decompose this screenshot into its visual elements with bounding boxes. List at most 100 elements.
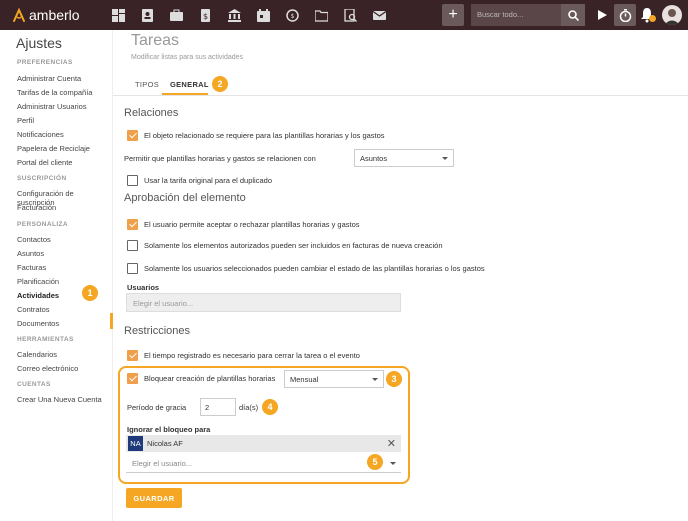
ignored-user-name: Nicolas AF bbox=[147, 439, 183, 448]
add-button[interactable]: + bbox=[442, 4, 464, 26]
chevron-down-icon bbox=[372, 378, 378, 381]
block-period-select[interactable]: Mensual bbox=[284, 370, 384, 388]
start-timer-button[interactable] bbox=[592, 4, 612, 26]
search-button[interactable] bbox=[561, 4, 585, 26]
sidebar-item-contratos[interactable]: Contratos bbox=[17, 305, 50, 314]
sidebar-item-calendarios[interactable]: Calendarios bbox=[17, 350, 57, 359]
ignored-user-chip: NA Nicolas AF ✕ bbox=[126, 435, 401, 452]
nav-icons: $ $ bbox=[104, 0, 394, 30]
sidebar-item-documentos[interactable]: Documentos bbox=[17, 319, 59, 328]
page-subtitle: Modificar listas para sus actividades bbox=[131, 54, 244, 61]
sidebar-section-header: SUSCRIPCIÓN bbox=[17, 175, 67, 182]
top-bar: amberlo $ $ + Buscar todo... bbox=[0, 0, 688, 30]
related-object-required-label: El objeto relacionado se requiere para l… bbox=[144, 131, 385, 140]
app-name: amberlo bbox=[29, 7, 80, 23]
mail-icon[interactable] bbox=[365, 0, 394, 30]
sidebar-item-administrar-cuenta[interactable]: Administrar Cuenta bbox=[17, 74, 81, 83]
sidebar-item-facturacion[interactable]: Facturación bbox=[17, 203, 56, 212]
user-avatar[interactable] bbox=[662, 5, 682, 25]
sidebar-section-header: PREFERENCIAS bbox=[17, 59, 73, 66]
sidebar-item-planificacion[interactable]: Planificación bbox=[17, 277, 59, 286]
invoice-icon[interactable]: $ bbox=[191, 0, 220, 30]
row-original-rate: Usar la tarifa original para el duplicad… bbox=[127, 175, 272, 186]
user-approve-checkbox[interactable] bbox=[127, 219, 138, 230]
tabs-divider bbox=[113, 95, 688, 96]
users-label: Usuarios bbox=[127, 283, 160, 292]
sidebar-item-portal-del-cliente[interactable]: Portal del cliente bbox=[17, 158, 72, 167]
sidebar-item-notificaciones[interactable]: Notificaciones bbox=[17, 130, 64, 139]
dashboard-icon[interactable] bbox=[104, 0, 133, 30]
play-icon bbox=[597, 10, 607, 20]
annotation-badge-2: 2 bbox=[212, 76, 228, 92]
related-object-required-checkbox[interactable] bbox=[127, 130, 138, 141]
sidebar-item-tarifas-de-la-compania[interactable]: Tarifas de la compañía bbox=[17, 88, 92, 97]
original-rate-label: Usar la tarifa original para el duplicad… bbox=[144, 176, 272, 185]
relate-with-value: Asuntos bbox=[360, 153, 388, 163]
relate-with-label: Permitir que plantillas horarias y gasto… bbox=[124, 154, 316, 163]
sidebar-section-header: HERRAMIENTAS bbox=[17, 336, 74, 343]
bank-icon[interactable] bbox=[220, 0, 249, 30]
sidebar-item-asuntos[interactable]: Asuntos bbox=[17, 249, 44, 258]
tab-general[interactable]: GENERAL bbox=[170, 80, 209, 89]
stopwatch-icon bbox=[619, 8, 631, 22]
search-icon bbox=[567, 9, 579, 21]
sidebar-item-crear-una-nueva-cuenta[interactable]: Crear Una Nueva Cuenta bbox=[17, 395, 102, 404]
time-required-label: El tiempo registrado es necesario para c… bbox=[144, 351, 360, 360]
page-title: Tareas bbox=[131, 32, 180, 49]
document-search-icon[interactable] bbox=[336, 0, 365, 30]
calendar-icon[interactable] bbox=[249, 0, 278, 30]
remove-user-close-icon[interactable]: ✕ bbox=[387, 437, 396, 450]
briefcase-icon[interactable] bbox=[162, 0, 191, 30]
sidebar-title: Ajustes bbox=[16, 35, 62, 51]
ignore-users-placeholder: Elegir el usuario... bbox=[132, 459, 193, 468]
ignore-users-select[interactable]: Elegir el usuario... bbox=[126, 453, 401, 473]
authorized-only-checkbox[interactable] bbox=[127, 240, 138, 251]
ignored-user-avatar: NA bbox=[128, 436, 143, 451]
sidebar-item-administrar-usuarios[interactable]: Administrar Usuarios bbox=[17, 102, 87, 111]
svg-text:$: $ bbox=[291, 13, 295, 20]
app-logo[interactable]: amberlo bbox=[12, 7, 80, 23]
sidebar-item-papelera-de-reciclaje[interactable]: Papelera de Reciclaje bbox=[17, 144, 90, 153]
notification-badge bbox=[649, 15, 656, 22]
block-period-value: Mensual bbox=[290, 374, 319, 384]
sidebar-item-perfil[interactable]: Perfil bbox=[17, 116, 34, 125]
timer-button[interactable] bbox=[614, 4, 636, 26]
tab-tipos[interactable]: TIPOS bbox=[135, 80, 159, 89]
block-timesheets-checkbox[interactable] bbox=[127, 373, 138, 384]
time-required-checkbox[interactable] bbox=[127, 350, 138, 361]
user-approve-label: El usuario permite aceptar o rechazar pl… bbox=[144, 220, 360, 229]
save-button[interactable]: GUARDAR bbox=[126, 488, 182, 508]
section-restricciones: Restricciones bbox=[124, 325, 191, 337]
sidebar-item-contactos[interactable]: Contactos bbox=[17, 235, 51, 244]
folder-icon[interactable] bbox=[307, 0, 336, 30]
svg-text:$: $ bbox=[203, 12, 208, 21]
row-selected-users-change: Solamente los usuarios seleccionados pue… bbox=[127, 263, 485, 274]
chevron-down-icon bbox=[390, 462, 396, 465]
active-indicator bbox=[110, 313, 113, 329]
row-related-object-required: El objeto relacionado se requiere para l… bbox=[127, 130, 385, 141]
row-user-approve: El usuario permite aceptar o rechazar pl… bbox=[127, 219, 360, 230]
row-authorized-only: Solamente los elementos autorizados pued… bbox=[127, 240, 443, 251]
row-time-required: El tiempo registrado es necesario para c… bbox=[127, 350, 360, 361]
selected-users-change-label: Solamente los usuarios seleccionados pue… bbox=[144, 264, 485, 273]
approval-users-input[interactable]: Elegir el usuario... bbox=[126, 293, 401, 312]
settings-sidebar: Ajustes PREFERENCIAS Administrar Cuenta Ta… bbox=[0, 30, 113, 521]
amberlo-logo-icon bbox=[13, 7, 25, 22]
grace-period-input[interactable]: 2 bbox=[200, 398, 236, 416]
sidebar-item-correo-electronico[interactable]: Correo electrónico bbox=[17, 364, 78, 373]
section-aprobacion: Aprobación del elemento bbox=[124, 192, 246, 204]
time-history-icon[interactable]: $ bbox=[278, 0, 307, 30]
sidebar-section-header: CUENTAS bbox=[17, 381, 51, 388]
row-block-timesheets: Bloquear creación de plantillas horarias bbox=[127, 373, 275, 384]
sidebar-item-facturas[interactable]: Facturas bbox=[17, 263, 46, 272]
contacts-icon[interactable] bbox=[133, 0, 162, 30]
block-timesheets-label: Bloquear creación de plantillas horarias bbox=[144, 374, 276, 383]
annotation-badge-1: 1 bbox=[82, 285, 98, 301]
original-rate-checkbox[interactable] bbox=[127, 175, 138, 186]
sidebar-section-header: PERSONALIZA bbox=[17, 221, 68, 228]
sidebar-item-actividades[interactable]: Actividades bbox=[17, 291, 59, 300]
selected-users-change-checkbox[interactable] bbox=[127, 263, 138, 274]
relate-with-select[interactable]: Asuntos bbox=[354, 149, 454, 167]
chevron-down-icon bbox=[442, 157, 448, 160]
search-input[interactable]: Buscar todo... bbox=[471, 4, 561, 26]
